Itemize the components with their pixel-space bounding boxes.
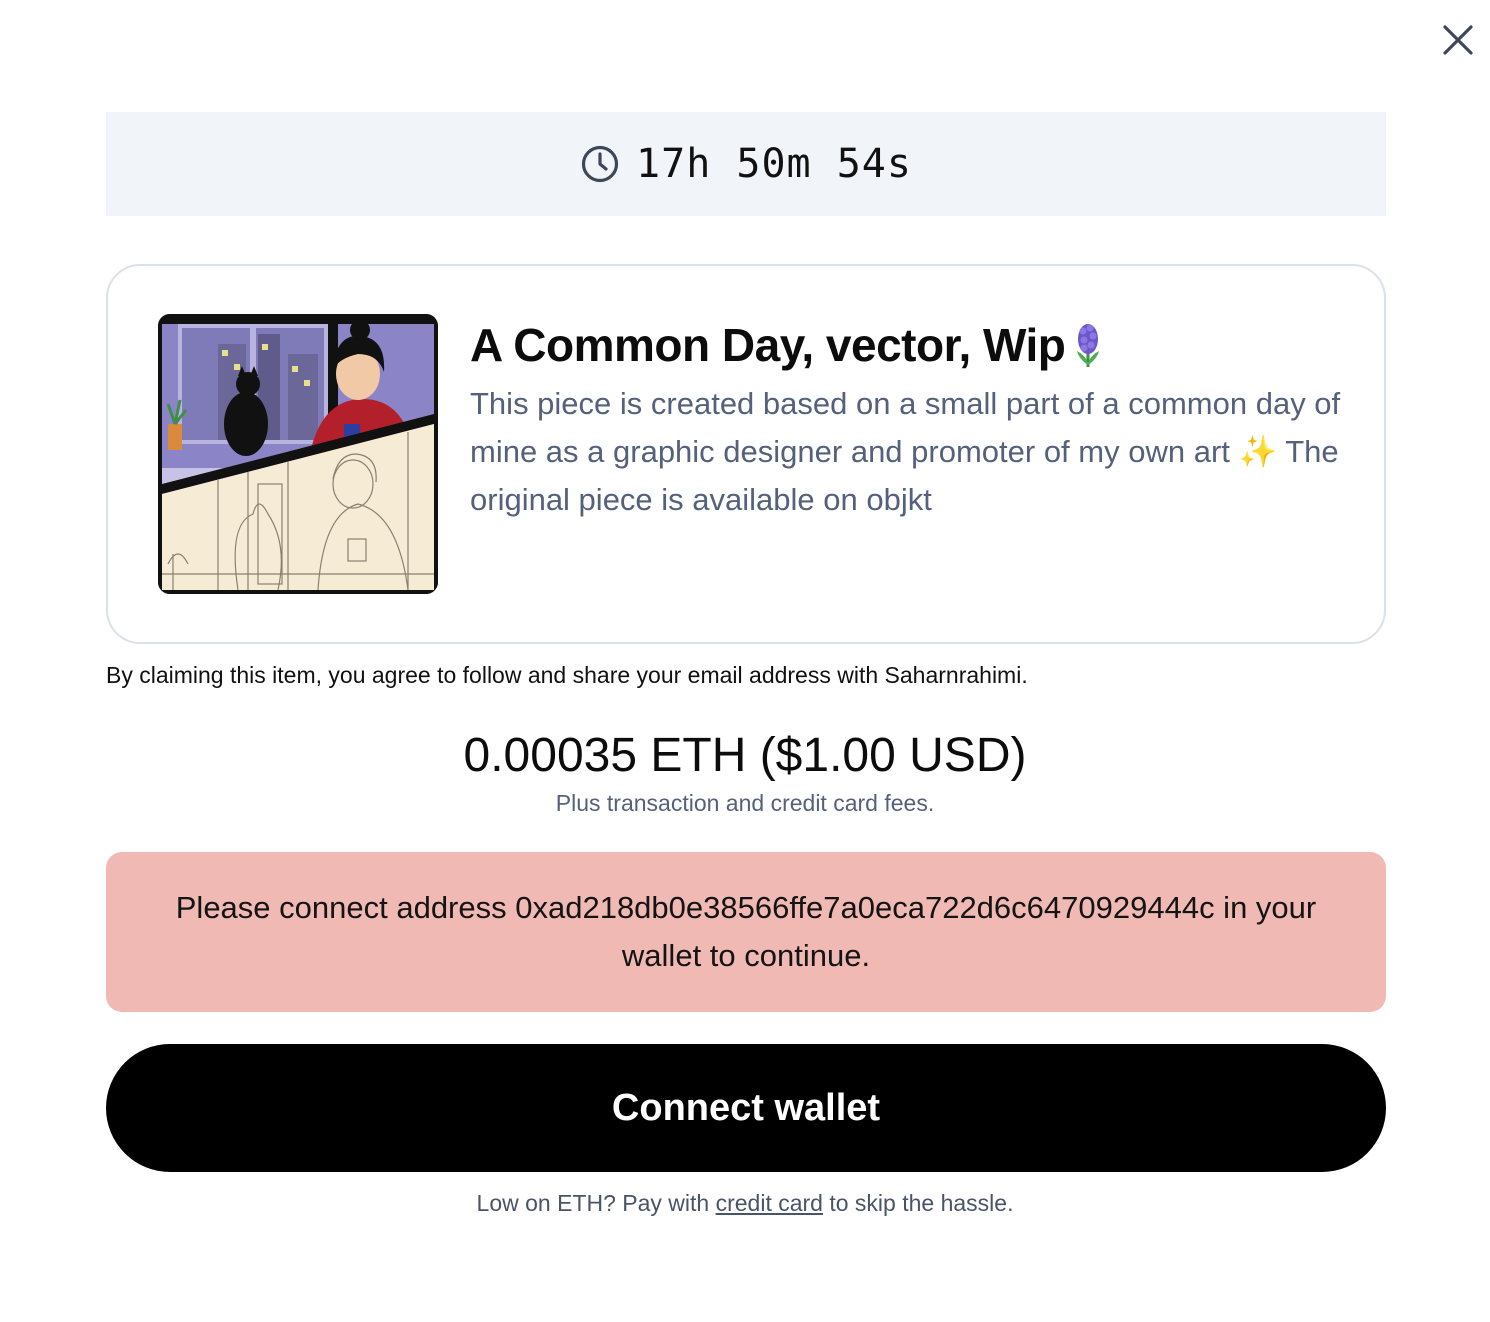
- credit-card-note-prefix: Low on ETH? Pay with: [476, 1190, 710, 1216]
- artwork-thumbnail: [158, 314, 438, 594]
- claim-dialog: 17h 50m 54s A Common Day, vector, Wip Th…: [0, 0, 1490, 1322]
- item-description: This piece is created based on a small p…: [470, 380, 1350, 524]
- price-amount: 0.00035 ETH ($1.00 USD): [463, 729, 1027, 782]
- countdown-timer: 17h 50m 54s: [106, 112, 1386, 216]
- consent-text: By claiming this item, you agree to foll…: [106, 662, 1028, 688]
- connect-address-alert: Please connect address 0xad218db0e38566f…: [106, 852, 1386, 1012]
- credit-card-link[interactable]: credit card: [716, 1190, 823, 1216]
- connect-wallet-button[interactable]: Connect wallet: [106, 1044, 1386, 1172]
- item-title: A Common Day, vector, Wip: [470, 318, 1103, 372]
- item-card: A Common Day, vector, Wip This piece is …: [106, 264, 1386, 644]
- item-title-text: A Common Day, vector, Wip: [470, 319, 1066, 371]
- clock-icon: [580, 144, 620, 184]
- timer-text: 17h 50m 54s: [636, 141, 912, 187]
- alert-message: Please connect address 0xad218db0e38566f…: [175, 890, 1317, 973]
- sparkles-icon: ✨: [1238, 434, 1278, 469]
- credit-card-note: Low on ETH? Pay with credit card to skip…: [0, 1190, 1490, 1217]
- fees-note: Plus transaction and credit card fees.: [555, 790, 935, 816]
- credit-card-note-suffix: to skip the hassle.: [829, 1190, 1014, 1216]
- close-button[interactable]: [1436, 18, 1480, 62]
- item-description-part1: This piece is created based on a small p…: [470, 386, 1341, 469]
- hyacinth-icon: [1073, 321, 1103, 369]
- close-icon: [1443, 25, 1473, 55]
